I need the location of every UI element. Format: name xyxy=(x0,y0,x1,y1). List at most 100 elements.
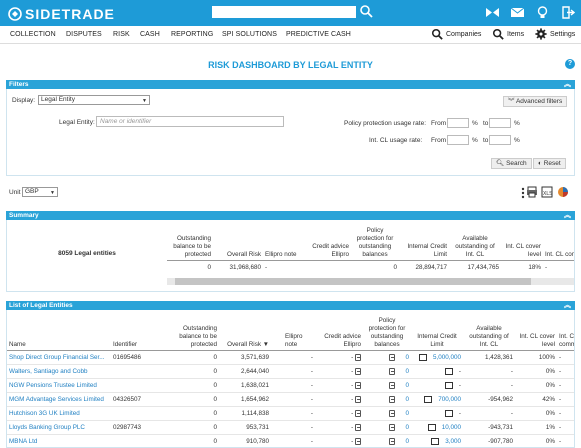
print-icon[interactable] xyxy=(526,186,538,198)
policy-protection-value[interactable]: 0 xyxy=(405,410,409,417)
internal-credit-limit-cell[interactable]: - xyxy=(411,378,463,393)
credit-advice-cell[interactable]: - xyxy=(315,420,363,435)
items-link[interactable]: Items xyxy=(492,28,524,40)
internal-credit-limit-cell[interactable]: - xyxy=(411,364,463,379)
edit-limit-icon[interactable] xyxy=(424,395,433,403)
document-icon[interactable] xyxy=(355,367,361,375)
document-icon[interactable] xyxy=(389,367,396,375)
internal-credit-limit-value[interactable]: 10,000 xyxy=(442,424,461,431)
filters-header[interactable]: Filters ︽ xyxy=(6,80,575,89)
list-header[interactable]: List of Legal Entities ︽ xyxy=(6,301,575,310)
col-header-name[interactable]: Name xyxy=(7,316,111,351)
entity-name-link[interactable]: NGW Pensions Trustee Limited xyxy=(7,378,111,393)
mail-icon[interactable] xyxy=(510,5,525,20)
document-icon[interactable] xyxy=(355,423,361,431)
document-icon[interactable] xyxy=(389,409,396,417)
legal-entity-input[interactable]: Name or identifier xyxy=(96,116,284,127)
internal-credit-limit-cell[interactable]: 10,000 xyxy=(411,420,463,435)
document-icon[interactable] xyxy=(355,395,361,403)
entity-name-link[interactable]: MBNA Ltd xyxy=(7,434,111,447)
internal-credit-limit-cell[interactable]: - xyxy=(411,406,463,421)
policy-protection-cell[interactable]: 0 xyxy=(363,392,411,407)
table-row[interactable]: Shop Direct Group Financial Ser... 016954… xyxy=(7,350,574,365)
export-xls-icon[interactable]: XLS xyxy=(541,186,553,198)
nav-spi-solutions[interactable]: SPI SOLUTIONS xyxy=(222,31,277,38)
policy-protection-value[interactable]: 0 xyxy=(405,354,409,361)
collapse-icon[interactable]: ︽ xyxy=(564,301,571,310)
credit-advice-cell[interactable]: - xyxy=(315,392,363,407)
policy-protection-cell[interactable]: 0 xyxy=(363,420,411,435)
companies-link[interactable]: Companies xyxy=(431,28,481,40)
edit-limit-icon[interactable] xyxy=(431,437,440,445)
policy-from-input[interactable] xyxy=(447,118,469,128)
policy-protection-cell[interactable]: 0 xyxy=(363,434,411,447)
col-header-ellipro-note[interactable]: Ellipro note xyxy=(271,316,315,351)
search-icon[interactable] xyxy=(359,4,373,18)
entity-name-link[interactable]: Walters, Santiago and Cobb xyxy=(7,364,111,379)
policy-protection-value[interactable]: 0 xyxy=(405,368,409,375)
policy-protection-cell[interactable]: 0 xyxy=(363,350,411,365)
logo[interactable]: SIDETRADE xyxy=(8,6,115,22)
document-icon[interactable] xyxy=(389,381,396,389)
internal-credit-limit-value[interactable]: 3,000 xyxy=(445,438,461,445)
intcl-from-input[interactable] xyxy=(447,135,469,145)
col-header-cover-level[interactable]: Int. CL cover level xyxy=(515,316,557,351)
global-search-input[interactable] xyxy=(212,6,356,18)
intcl-to-input[interactable] xyxy=(489,135,511,145)
col-header-obp[interactable]: Outstanding balance to be protected xyxy=(163,316,219,351)
chart-icon[interactable] xyxy=(557,186,569,198)
summary-header[interactable]: Summary ︽ xyxy=(6,211,575,220)
nav-risk[interactable]: RISK xyxy=(113,31,130,38)
internal-credit-limit-value[interactable]: 700,000 xyxy=(438,396,461,403)
help-icon[interactable]: ? xyxy=(565,59,575,69)
table-row[interactable]: MBNA Ltd 0 910,780- - 0 3,000 -907,780 0% - xyxy=(7,434,574,447)
entity-name-link[interactable]: Hutchison 3G UK Limited xyxy=(7,406,111,421)
policy-to-input[interactable] xyxy=(489,118,511,128)
document-icon[interactable] xyxy=(389,395,396,403)
col-header-internal-credit-limit[interactable]: Internal Credit Limit xyxy=(411,316,463,351)
col-header-overall-risk[interactable]: Overall Risk ▼ xyxy=(219,316,271,351)
table-row[interactable]: MGM Advantage Services Limited 04326507 0 1… xyxy=(7,392,574,407)
policy-protection-value[interactable]: 0 xyxy=(405,396,409,403)
nav-disputes[interactable]: DISPUTES xyxy=(66,31,102,38)
policy-protection-value[interactable]: 0 xyxy=(405,382,409,389)
policy-protection-cell[interactable]: 0 xyxy=(363,364,411,379)
advanced-filters-button[interactable]: ︾ Advanced filters xyxy=(503,96,568,107)
nav-predictive-cash[interactable]: PREDICTIVE CASH xyxy=(286,31,351,38)
col-header-credit-advice[interactable]: Credit advice Ellipro xyxy=(315,316,363,351)
table-row[interactable]: Walters, Santiago and Cobb 0 2,644,040- - 0… xyxy=(7,364,574,379)
document-icon[interactable] xyxy=(389,423,396,431)
lightbulb-icon[interactable] xyxy=(535,5,550,20)
document-icon[interactable] xyxy=(355,437,361,445)
unit-select[interactable]: GBP ▼ xyxy=(22,187,58,197)
policy-protection-cell[interactable]: 0 xyxy=(363,378,411,393)
edit-limit-icon[interactable] xyxy=(418,353,427,361)
credit-advice-cell[interactable]: - xyxy=(315,378,363,393)
policy-protection-value[interactable]: 0 xyxy=(405,438,409,445)
policy-protection-value[interactable]: 0 xyxy=(405,424,409,431)
display-select[interactable]: Legal Entity ▼ xyxy=(38,95,150,105)
document-icon[interactable] xyxy=(355,409,361,417)
credit-advice-cell[interactable]: - xyxy=(315,434,363,447)
entity-name-link[interactable]: Lloyds Banking Group PLC xyxy=(7,420,111,435)
document-icon[interactable] xyxy=(389,353,396,361)
entity-name-link[interactable]: Shop Direct Group Financial Ser... xyxy=(7,350,111,365)
edit-limit-icon[interactable] xyxy=(427,423,436,431)
search-button[interactable]: 🔍︎ Search xyxy=(491,158,532,169)
logout-icon[interactable] xyxy=(560,5,575,20)
settings-link[interactable]: Settings xyxy=(535,28,575,40)
col-header-policy-protection[interactable]: Policy protection for outstanding balanc… xyxy=(363,316,411,351)
table-row[interactable]: NGW Pensions Trustee Limited 0 1,638,021- -… xyxy=(7,378,574,393)
internal-credit-limit-cell[interactable]: 5,000,000 xyxy=(411,350,463,365)
internal-credit-limit-cell[interactable]: 700,000 xyxy=(411,392,463,407)
col-header-int-cl-comm[interactable]: Int. Cl comm xyxy=(557,316,574,351)
credit-advice-cell[interactable]: - xyxy=(315,350,363,365)
document-icon[interactable] xyxy=(355,381,361,389)
table-row[interactable]: Lloyds Banking Group PLC 02987743 0 953,731… xyxy=(7,420,574,435)
nav-cash[interactable]: CASH xyxy=(140,31,160,38)
edit-limit-icon[interactable] xyxy=(444,367,453,375)
reset-button[interactable]: ◐ Reset xyxy=(533,158,566,169)
credit-advice-cell[interactable]: - xyxy=(315,364,363,379)
entity-name-link[interactable]: MGM Advantage Services Limited xyxy=(7,392,111,407)
nav-collection[interactable]: COLLECTION xyxy=(10,31,56,38)
